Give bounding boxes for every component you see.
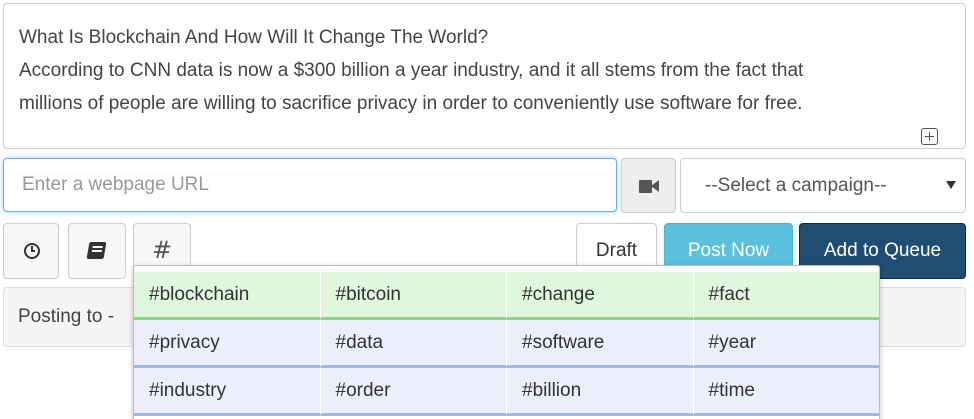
hashtag-chip[interactable]: #blockchain xyxy=(134,272,321,320)
hashtag-row: #privacy #data #software #year xyxy=(134,320,879,368)
hashtag-chip[interactable]: #data xyxy=(320,320,507,368)
clock-icon xyxy=(24,243,40,259)
content-library-button[interactable] xyxy=(68,223,126,279)
hashtag-icon: # xyxy=(151,236,173,264)
composer-line-body-1: According to CNN data is now a $300 bill… xyxy=(19,60,804,81)
post-composer[interactable]: What Is Blockchain And How Will It Chang… xyxy=(3,3,966,149)
hashtag-chip[interactable]: #software xyxy=(507,320,694,368)
campaign-select-value: --Select a campaign-- xyxy=(705,175,887,196)
hashtag-chip[interactable]: #time xyxy=(693,368,879,416)
hashtag-row: #industry #order #billion #time xyxy=(134,368,879,416)
hashtag-chip[interactable]: #change xyxy=(507,272,694,320)
hashtag-chip[interactable]: #fact xyxy=(693,272,879,320)
hashtag-chip[interactable]: #billion xyxy=(507,368,694,416)
hashtag-row: #blockchain #bitcoin #change #fact xyxy=(134,272,879,320)
hashtag-chip[interactable]: #order xyxy=(320,368,507,416)
hashtag-chip[interactable]: #privacy xyxy=(134,320,321,368)
hashtag-chip[interactable]: #year xyxy=(693,320,879,368)
hashtag-suggestions: #blockchain #bitcoin #change #fact #priv… xyxy=(133,265,880,419)
url-input[interactable] xyxy=(3,158,617,212)
plus-square-icon[interactable] xyxy=(921,128,938,145)
composer-line-body-2: millions of people are willing to sacrif… xyxy=(19,93,803,114)
book-icon xyxy=(86,242,107,259)
campaign-select[interactable]: --Select a campaign-- xyxy=(680,158,966,213)
video-button[interactable] xyxy=(621,158,676,213)
posting-to-label: Posting to - xyxy=(18,306,115,327)
chevron-down-icon xyxy=(946,181,956,189)
hashtag-chip[interactable]: #industry xyxy=(134,368,321,416)
composer-line-title: What Is Blockchain And How Will It Chang… xyxy=(19,27,489,48)
hashtag-chip[interactable]: #bitcoin xyxy=(320,272,507,320)
schedule-button[interactable] xyxy=(3,223,59,279)
video-camera-icon xyxy=(639,180,659,193)
